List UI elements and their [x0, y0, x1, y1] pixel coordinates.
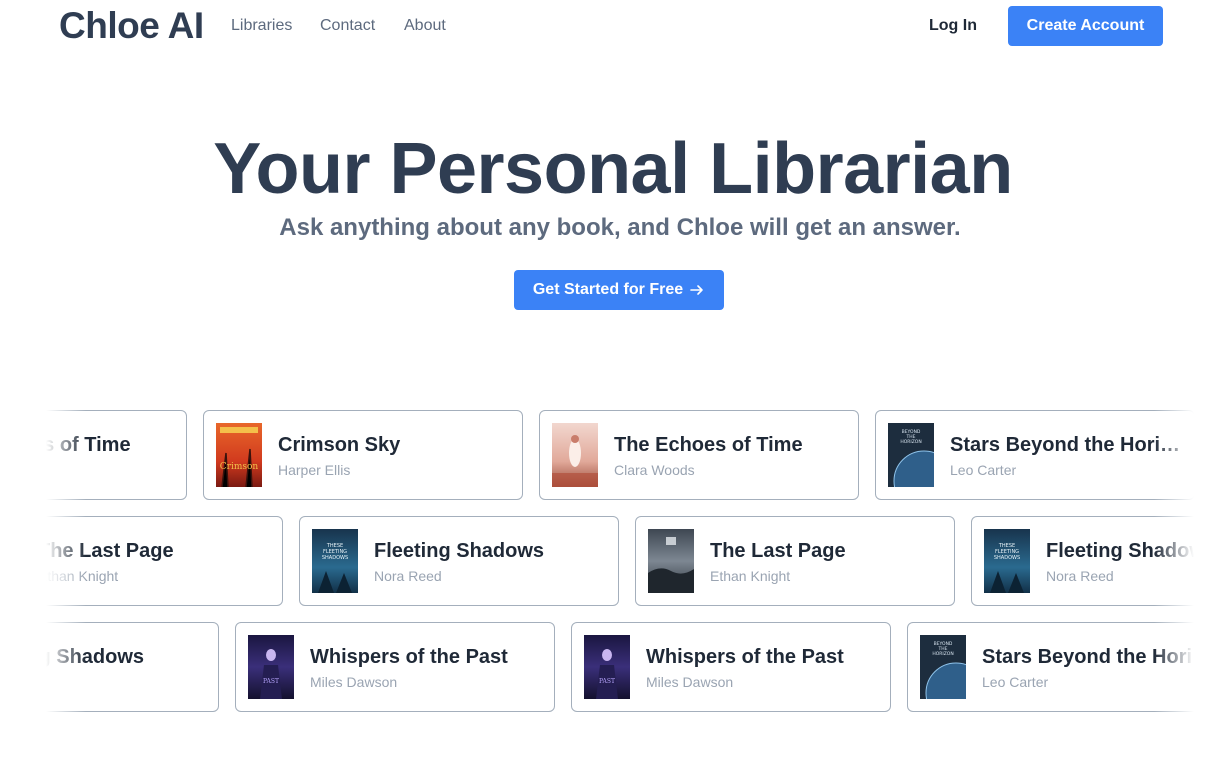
- book-card[interactable]: The Last Page Ethan Knight: [635, 516, 955, 606]
- book-card[interactable]: The Last Page Ethan Knight: [46, 516, 283, 606]
- nav-link-about[interactable]: About: [404, 17, 446, 35]
- book-title: The Last Page: [710, 540, 846, 562]
- book-title: The Last Page: [46, 540, 174, 562]
- book-cover-image: THESE FLEETING SHADOWS: [984, 529, 1030, 593]
- book-cover-image: BEYOND THE HORIZON: [888, 423, 934, 487]
- book-author: Harper Ellis: [278, 462, 351, 478]
- book-card[interactable]: PAST Whispers of the Past Miles Dawson: [571, 622, 891, 712]
- nav-link-contact[interactable]: Contact: [320, 17, 375, 35]
- book-title: Fleeting Shadows: [1046, 540, 1194, 562]
- carousel-row: THESEFLEETINGSHADOWSFleeting ShadowsNora…: [46, 622, 1194, 712]
- top-nav: Chloe AI Libraries Contact About Log In …: [0, 0, 1226, 56]
- book-card[interactable]: THESEFLEETINGSHADOWS Fleeting Shadows Nora…: [299, 516, 619, 606]
- book-cover-image: BEYOND THE HORIZON: [920, 635, 966, 699]
- svg-text:HORIZON: HORIZON: [932, 651, 953, 657]
- book-cover-image: Crimson: [216, 423, 262, 487]
- book-author: Nora Reed: [1046, 568, 1114, 584]
- get-started-label: Get Started for Free: [532, 281, 684, 298]
- book-card[interactable]: Crimson Crimson Sky Harper Ellis: [203, 410, 523, 500]
- arrow-right-icon: [690, 285, 703, 295]
- book-title: The Echoes of Time: [614, 434, 803, 456]
- hero-subtitle: Ask anything about any book, and Chloe w…: [279, 214, 961, 241]
- login-link[interactable]: Log In: [929, 17, 977, 35]
- book-card[interactable]: The Echoes of TimeClara Woods: [46, 410, 187, 500]
- book-author: Miles Dawson: [310, 674, 398, 690]
- book-title: Crimson Sky: [278, 434, 401, 456]
- svg-text:SHADOWS: SHADOWS: [322, 555, 348, 561]
- book-title: The Echoes of Time: [46, 434, 131, 456]
- book-author: Ethan Knight: [46, 568, 119, 584]
- svg-text:SHADOWS: SHADOWS: [994, 555, 1020, 561]
- carousel-row: The Last Page Ethan Knight THESE FLEETING SH…: [46, 516, 1194, 606]
- book-author: Leo Carter: [982, 674, 1049, 690]
- book-cover-image: [552, 423, 598, 487]
- book-author: Ethan Knight: [710, 568, 791, 584]
- svg-text:Crimson: Crimson: [220, 462, 259, 472]
- book-carousel: The Echoes of TimeClara WoodsCrimsonCrim…: [46, 400, 1194, 730]
- book-author: Leo Carter: [950, 462, 1017, 478]
- svg-text:PAST: PAST: [599, 678, 615, 685]
- svg-text:HORIZON: HORIZON: [900, 439, 921, 445]
- book-title: Stars Beyond the Horizon: [950, 434, 1186, 456]
- brand-logo[interactable]: Chloe AI: [59, 5, 204, 47]
- book-card[interactable]: The Echoes of Time Clara Woods: [539, 410, 859, 500]
- book-cover-image: PAST: [584, 635, 630, 699]
- book-cover-image: THESE FLEETING SHADOWS: [312, 529, 358, 593]
- book-title: Fleeting Shadows: [374, 540, 545, 562]
- book-title: Whispers of the Past: [310, 646, 508, 668]
- book-title: Fleeting Shadows: [46, 646, 145, 668]
- nav-link-libraries[interactable]: Libraries: [231, 17, 292, 35]
- book-card[interactable]: BEYONDTHEHORIZON Stars Beyond the Horizon…: [907, 622, 1194, 712]
- hero-title: Your Personal Librarian: [213, 129, 1013, 209]
- get-started-button[interactable]: Get Started for Free: [514, 270, 724, 310]
- book-title: Stars Beyond the Horizon: [982, 646, 1194, 668]
- book-title: Whispers of the Past: [646, 646, 844, 668]
- svg-text:PAST: PAST: [263, 678, 279, 685]
- book-card[interactable]: BEYONDTHEHORIZON Stars Beyond the Horizon…: [875, 410, 1194, 500]
- book-author: Clara Woods: [614, 462, 695, 478]
- book-card[interactable]: THESEFLEETINGSHADOWS Fleeting Shadows Nora…: [971, 516, 1194, 606]
- book-author: Nora Reed: [374, 568, 442, 584]
- book-card[interactable]: THESEFLEETINGSHADOWSFleeting ShadowsNora…: [46, 622, 219, 712]
- book-cover-image: [648, 529, 694, 593]
- carousel-row: The Echoes of TimeClara WoodsCrimsonCrim…: [46, 410, 1194, 500]
- book-author: Miles Dawson: [646, 674, 734, 690]
- book-cover-image: PAST: [248, 635, 294, 699]
- book-card[interactable]: PAST Whispers of the Past Miles Dawson: [235, 622, 555, 712]
- create-account-button[interactable]: Create Account: [1008, 6, 1163, 46]
